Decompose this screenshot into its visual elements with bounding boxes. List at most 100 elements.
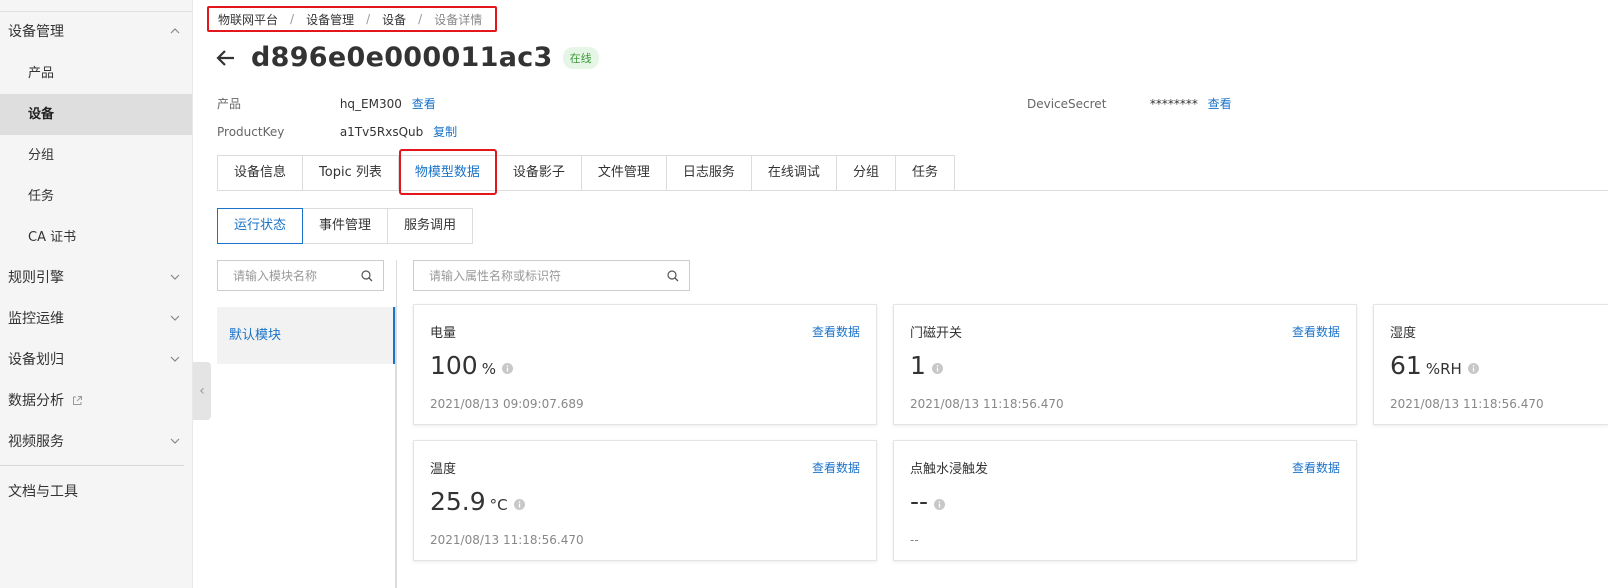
sidebar-item-product[interactable]: 产品 <box>0 53 192 94</box>
tab-topic-list[interactable]: Topic 列表 <box>303 156 399 191</box>
property-card-door-sensor: 门磁开关 查看数据 1 2021/08/13 11:18:56.470 <box>893 304 1357 425</box>
property-value-number: 100 <box>430 351 478 380</box>
subtab-service-call[interactable]: 服务调用 <box>387 208 474 244</box>
info-icon[interactable] <box>934 499 946 510</box>
info-icon[interactable] <box>501 363 513 374</box>
sidebar-group-video-service[interactable]: 视频服务 <box>0 422 192 463</box>
property-unit: %RH <box>1425 360 1462 378</box>
meta-productkey: ProductKey a1Tv5RxsQub 复制 <box>217 123 457 140</box>
meta-devicesecret-value: ******** <box>1149 97 1198 111</box>
view-data-link[interactable]: 查看数据 <box>1292 459 1340 476</box>
property-name: 温度 <box>430 462 457 477</box>
detail-tabs: 设备信息 Topic 列表 物模型数据 设备影子 文件管理 日志服务 在线调试 … <box>217 155 955 191</box>
product-view-link[interactable]: 查看 <box>412 97 436 111</box>
main-content: 物联网平台 / 设备管理 / 设备 / 设备详情 d896e0e000011ac… <box>193 0 1608 588</box>
view-data-link[interactable]: 查看数据 <box>1292 323 1340 340</box>
sidebar-group-device-assign[interactable]: 设备划归 <box>0 340 192 381</box>
sidebar-group-device-management[interactable]: 设备管理 <box>0 12 192 53</box>
breadcrumb-separator: / <box>290 12 295 26</box>
breadcrumb-item-iot-platform[interactable]: 物联网平台 <box>218 11 278 28</box>
sidebar-group-label: 数据分析 <box>8 393 64 409</box>
external-link-icon <box>73 396 83 405</box>
property-search-input[interactable]: 请输入属性名称或标识符 <box>413 260 690 291</box>
breadcrumb-separator: / <box>418 12 423 26</box>
breadcrumb-item-current: 设备详情 <box>434 12 483 27</box>
meta-productkey-label: ProductKey <box>217 125 285 139</box>
subtab-runtime-status[interactable]: 运行状态 <box>217 208 304 244</box>
property-timestamp: 2021/08/13 09:09:07.689 <box>430 397 584 411</box>
meta-product-value: hq_EM300 <box>339 97 402 111</box>
property-timestamp: -- <box>910 533 919 547</box>
module-search-input[interactable]: 请输入模块名称 <box>217 260 384 291</box>
sidebar-group-label: 视频服务 <box>8 434 64 450</box>
property-timestamp: 2021/08/13 11:18:56.470 <box>910 397 1064 411</box>
sidebar-top-divider <box>0 0 192 12</box>
meta-devicesecret: DeviceSecret ******** 查看 <box>1027 95 1232 112</box>
sidebar-docs-tools[interactable]: 文档与工具 <box>0 472 192 513</box>
breadcrumb-item-device[interactable]: 设备 <box>382 11 406 28</box>
tab-group[interactable]: 分组 <box>836 156 896 191</box>
breadcrumb-item-device-management[interactable]: 设备管理 <box>306 11 354 28</box>
chevron-up-icon <box>170 28 180 34</box>
property-name: 电量 <box>430 326 457 341</box>
search-icon[interactable] <box>667 269 679 282</box>
chevron-down-icon <box>170 274 180 280</box>
module-panel-divider <box>396 260 397 588</box>
tab-task[interactable]: 任务 <box>895 156 954 191</box>
info-icon[interactable] <box>513 499 525 510</box>
tab-file-management[interactable]: 文件管理 <box>581 156 667 191</box>
sidebar: 设备管理 产品 设备 分组 任务 CA 证书 规则引擎 监控运维 设备划归 数据… <box>0 0 193 588</box>
view-data-link[interactable]: 查看数据 <box>812 323 860 340</box>
status-badge: 在线 <box>562 46 599 69</box>
property-unit: °C <box>489 496 508 514</box>
tab-log-service[interactable]: 日志服务 <box>666 156 752 191</box>
sidebar-group-label: 规则引擎 <box>8 270 64 286</box>
sidebar-item-ca-cert[interactable]: CA 证书 <box>0 217 192 258</box>
sidebar-group-label: 设备管理 <box>8 24 64 40</box>
sidebar-group-rule-engine[interactable]: 规则引擎 <box>0 258 192 299</box>
info-icon[interactable] <box>1467 363 1479 374</box>
devicesecret-view-link[interactable]: 查看 <box>1208 97 1232 111</box>
property-card-humidity: 湿度 61 %RH 2021/08/13 11:18:56.470 <box>1373 304 1608 425</box>
property-unit: % <box>481 360 496 378</box>
property-value: -- <box>910 487 946 516</box>
back-arrow-icon[interactable] <box>215 47 237 69</box>
chevron-down-icon <box>170 356 180 362</box>
module-list: 默认模块 <box>217 307 396 588</box>
property-value: 61 %RH <box>1390 351 1479 380</box>
property-value-number: 1 <box>910 351 926 380</box>
meta-product-label: 产品 <box>217 97 242 111</box>
sidebar-group-monitoring[interactable]: 监控运维 <box>0 299 192 340</box>
meta-devicesecret-label: DeviceSecret <box>1027 97 1107 111</box>
property-name: 湿度 <box>1390 326 1417 341</box>
meta-productkey-value: a1Tv5RxsQub <box>339 125 424 139</box>
module-item-default[interactable]: 默认模块 <box>217 307 395 364</box>
sidebar-group-data-analysis[interactable]: 数据分析 <box>0 381 192 422</box>
view-data-link[interactable]: 查看数据 <box>812 459 860 476</box>
sidebar-item-device[interactable]: 设备 <box>0 94 192 135</box>
sidebar-group-label: 设备划归 <box>8 352 64 368</box>
property-value: 1 <box>910 351 943 380</box>
breadcrumb: 物联网平台 / 设备管理 / 设备 / 设备详情 <box>207 6 497 32</box>
tab-online-debug[interactable]: 在线调试 <box>751 156 837 191</box>
tab-device-info[interactable]: 设备信息 <box>218 156 304 191</box>
property-name: 门磁开关 <box>910 326 963 341</box>
subtab-event-management[interactable]: 事件管理 <box>302 208 389 244</box>
tab-highlight-box <box>399 149 497 195</box>
sub-tabs: 运行状态 事件管理 服务调用 <box>217 208 474 244</box>
chevron-down-icon <box>170 438 180 444</box>
sidebar-group-label: 监控运维 <box>8 311 64 327</box>
info-icon[interactable] <box>931 363 943 374</box>
sidebar-item-task[interactable]: 任务 <box>0 176 192 217</box>
property-value-number: 25.9 <box>430 487 486 516</box>
property-value: 25.9 °C <box>430 487 525 516</box>
sidebar-divider <box>0 465 184 466</box>
chevron-down-icon <box>170 315 180 321</box>
page-title: d896e0e000011ac3 <box>251 42 553 73</box>
property-name: 点触水浸触发 <box>910 462 989 477</box>
productkey-copy-link[interactable]: 复制 <box>433 125 457 139</box>
property-timestamp: 2021/08/13 11:18:56.470 <box>1390 397 1544 411</box>
tab-device-shadow[interactable]: 设备影子 <box>496 156 582 191</box>
search-icon[interactable] <box>361 269 373 282</box>
sidebar-item-group[interactable]: 分组 <box>0 135 192 176</box>
